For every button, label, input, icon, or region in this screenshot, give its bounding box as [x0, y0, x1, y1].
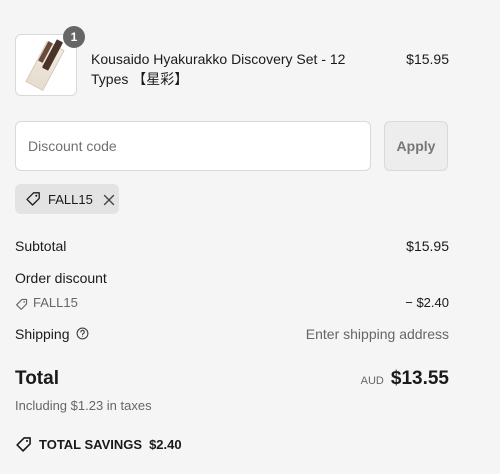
- total-savings: TOTAL SAVINGS $2.40: [15, 436, 182, 453]
- product-price: $15.95: [406, 51, 449, 67]
- taxes-note: Including $1.23 in taxes: [15, 398, 152, 413]
- quantity-badge: 1: [63, 26, 85, 48]
- tag-icon: [15, 297, 28, 310]
- order-discount-label: Order discount: [15, 270, 107, 286]
- subtotal-label: Subtotal: [15, 238, 67, 254]
- product-name: Kousaido Hyakurakko Discovery Set - 12 T…: [91, 51, 346, 87]
- discount-code-input[interactable]: [15, 121, 371, 171]
- subtotal-row: Subtotal $15.95: [15, 236, 449, 256]
- tag-icon: [25, 191, 41, 207]
- discount-code-label: FALL15: [33, 295, 78, 310]
- apply-discount-button[interactable]: Apply: [384, 121, 448, 171]
- discount-amount: − $2.40: [405, 295, 449, 310]
- savings-amount: $2.40: [149, 437, 182, 452]
- tag-icon: [15, 436, 32, 453]
- applied-discount-chip: FALL15: [15, 184, 119, 214]
- shipping-value: Enter shipping address: [305, 326, 449, 342]
- shipping-row: Shipping Enter shipping address: [15, 324, 449, 344]
- product-line-item: 1 Kousaido Hyakurakko Discovery Set - 12…: [15, 26, 449, 98]
- order-discount-row: Order discount: [15, 268, 449, 288]
- currency-code: AUD: [360, 375, 384, 387]
- shipping-label: Shipping: [15, 326, 70, 342]
- applied-discount-code: FALL15: [48, 191, 93, 207]
- savings-label: TOTAL SAVINGS: [39, 437, 143, 452]
- total-row: Total AUD $13.55: [15, 367, 449, 393]
- remove-discount-close-icon[interactable]: [103, 193, 115, 206]
- discount-code-row: FALL15 − $2.40: [15, 293, 449, 313]
- total-label: Total: [15, 368, 59, 389]
- total-amount: $13.55: [390, 368, 449, 389]
- question-circle-icon[interactable]: [76, 325, 89, 340]
- subtotal-value: $15.95: [406, 238, 449, 254]
